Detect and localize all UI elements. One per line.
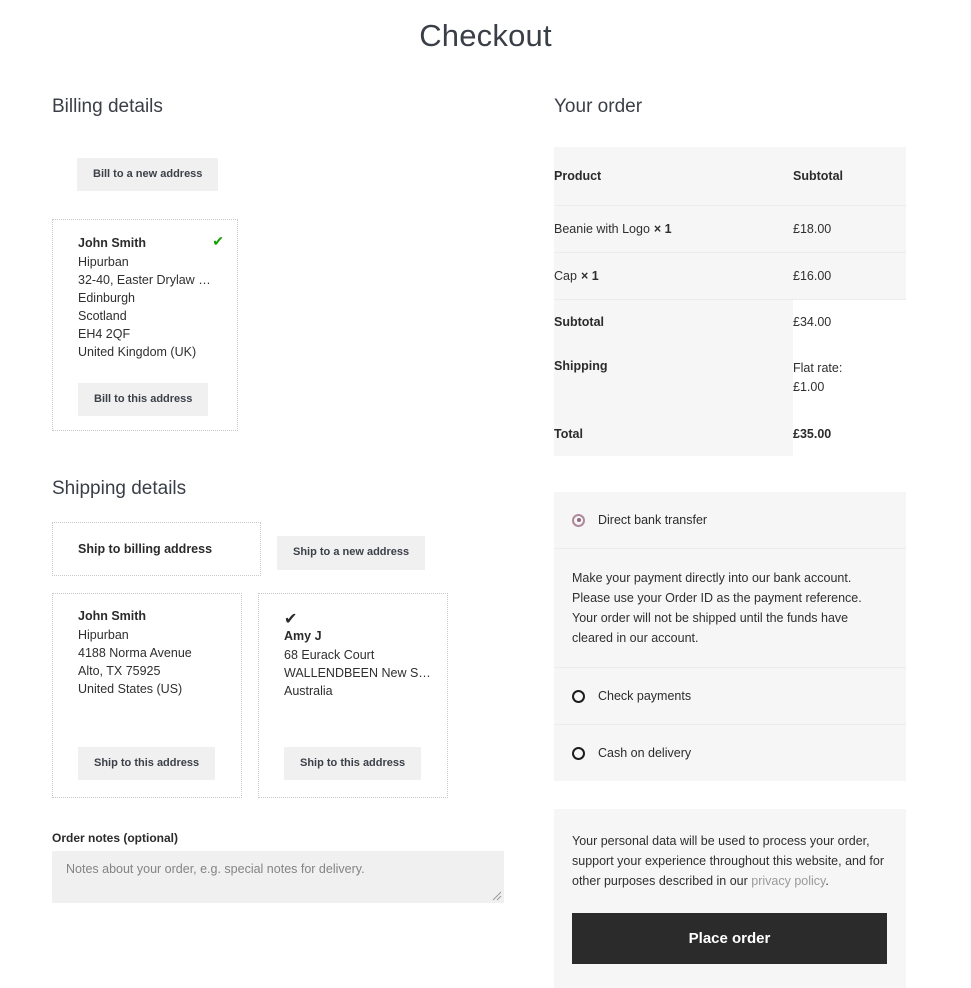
left-column: Billing details Bill to a new address ✔ … — [52, 96, 512, 904]
shipping-address-name: Amy J — [284, 629, 322, 644]
order-item-cell: Cap × 1 — [554, 252, 793, 300]
order-item-name: Beanie with Logo — [554, 222, 650, 236]
order-summary-table: Product Subtotal Beanie with Logo × 1 £18… — [554, 147, 906, 456]
billing-address-line: Hipurban — [78, 255, 129, 270]
shipping-address-line: WALLENDBEEN New South W… — [284, 666, 433, 681]
column-header-subtotal: Subtotal — [793, 147, 906, 206]
radio-unselected-icon[interactable] — [572, 746, 585, 760]
billing-details-heading: Billing details — [52, 96, 163, 117]
privacy-policy-link[interactable]: privacy policy — [751, 874, 825, 888]
order-item-qty: × 1 — [653, 222, 672, 236]
privacy-terms-text: Your personal data will be used to proce… — [572, 831, 888, 891]
shipping-address-line: United States (US) — [78, 682, 183, 697]
shipping-row: Shipping Flat rate: £1.00 — [554, 344, 906, 412]
shipping-address-card[interactable]: John Smith Hipurban 4188 Norma Avenue Al… — [52, 593, 242, 799]
radio-unselected-icon[interactable] — [572, 689, 585, 703]
shipping-amount: £1.00 — [793, 380, 825, 394]
terms-and-place-order-box: Your personal data will be used to proce… — [554, 809, 906, 988]
table-row: Cap × 1 £16.00 — [554, 252, 906, 300]
payment-methods-box: Direct bank transfer Make your payment d… — [554, 492, 906, 781]
billing-address-line: 32-40, Easter Drylaw Place — [78, 273, 219, 288]
privacy-text-after: . — [825, 874, 829, 888]
payment-method-direct-bank-transfer[interactable]: Direct bank transfer — [554, 492, 906, 549]
ship-to-new-address-button[interactable]: Ship to a new address — [277, 536, 426, 570]
page-title: Checkout — [419, 18, 552, 53]
shipping-address-line: 68 Eurack Court — [284, 648, 375, 663]
order-item-cell: Beanie with Logo × 1 — [554, 205, 793, 253]
shipping-details-heading: Shipping details — [52, 478, 187, 500]
order-item-price: £16.00 — [793, 252, 906, 300]
ship-new-address-wrap: Ship to a new address — [277, 536, 426, 570]
order-notes-block: Order notes (optional) — [52, 831, 512, 904]
your-order-heading: Your order — [554, 96, 643, 117]
shipping-options-row: Ship to billing address Ship to a new ad… — [52, 522, 512, 577]
payment-method-label: Cash on delivery — [598, 746, 692, 760]
ship-to-billing-address-label: Ship to billing address — [78, 542, 213, 557]
right-column: Your order Product Subtotal Beanie with … — [554, 96, 906, 988]
subtotal-label: Subtotal — [554, 299, 793, 344]
shipping-address-cards: John Smith Hipurban 4188 Norma Avenue Al… — [52, 593, 512, 799]
selected-check-icon: ✔ — [284, 611, 298, 629]
bill-to-this-address-button[interactable]: Bill to this address — [78, 383, 209, 417]
shipping-address-line: Alto, TX 75925 — [78, 664, 161, 679]
order-notes-input[interactable] — [52, 851, 504, 904]
billing-address-card[interactable]: ✔ John Smith Hipurban 32-40, Easter Dryl… — [52, 219, 238, 432]
total-row: Total £35.00 — [554, 412, 906, 456]
privacy-text-before: Your personal data will be used to proce… — [572, 834, 884, 888]
radio-selected-icon[interactable] — [572, 513, 585, 527]
total-label: Total — [554, 412, 793, 456]
billing-address-line: United Kingdom (UK) — [78, 345, 197, 360]
payment-method-description: Make your payment directly into our bank… — [554, 549, 906, 668]
shipping-address-card[interactable]: ✔ Amy J 68 Eurack Court WALLENDBEEN New … — [258, 593, 448, 799]
ship-to-billing-address-option[interactable]: Ship to billing address — [52, 522, 261, 577]
total-value: £35.00 — [793, 412, 906, 456]
payment-method-cash-on-delivery[interactable]: Cash on delivery — [554, 725, 906, 781]
ship-to-this-address-button[interactable]: Ship to this address — [78, 747, 216, 781]
billing-address-line: Scotland — [78, 309, 127, 324]
billing-address-name: John Smith — [78, 236, 147, 251]
order-item-name: Cap — [554, 269, 577, 283]
payment-method-check-payments[interactable]: Check payments — [554, 668, 906, 725]
order-notes-label: Order notes (optional) — [52, 831, 178, 846]
ship-to-this-address-button[interactable]: Ship to this address — [284, 747, 422, 781]
column-header-product: Product — [554, 147, 793, 206]
bill-new-address-wrap: Bill to a new address — [77, 158, 512, 192]
subtotal-row: Subtotal £34.00 — [554, 299, 906, 344]
selected-check-icon: ✔ — [212, 233, 224, 250]
shipping-address-name: John Smith — [78, 609, 147, 624]
shipping-address-line: Hipurban — [78, 628, 129, 643]
payment-method-label: Direct bank transfer — [598, 513, 708, 527]
place-order-button[interactable]: Place order — [572, 913, 887, 964]
order-item-qty: × 1 — [580, 269, 599, 283]
shipping-value-cell: Flat rate: £1.00 — [793, 344, 906, 412]
billing-address-line: Edinburgh — [78, 291, 135, 306]
order-notes-wrap — [52, 851, 504, 904]
table-row: Beanie with Logo × 1 £18.00 — [554, 205, 906, 253]
bill-to-new-address-button[interactable]: Bill to a new address — [77, 158, 219, 192]
order-item-price: £18.00 — [793, 205, 906, 253]
billing-address-line: EH4 2QF — [78, 327, 131, 342]
subtotal-value: £34.00 — [793, 299, 906, 344]
shipping-method: Flat rate: — [793, 361, 843, 375]
shipping-address-line: Australia — [284, 684, 333, 699]
table-header-row: Product Subtotal — [554, 147, 906, 206]
order-summary-box: Product Subtotal Beanie with Logo × 1 £18… — [554, 147, 906, 456]
payment-method-label: Check payments — [598, 689, 692, 703]
shipping-address-line: 4188 Norma Avenue — [78, 646, 192, 661]
shipping-label: Shipping — [554, 344, 793, 412]
